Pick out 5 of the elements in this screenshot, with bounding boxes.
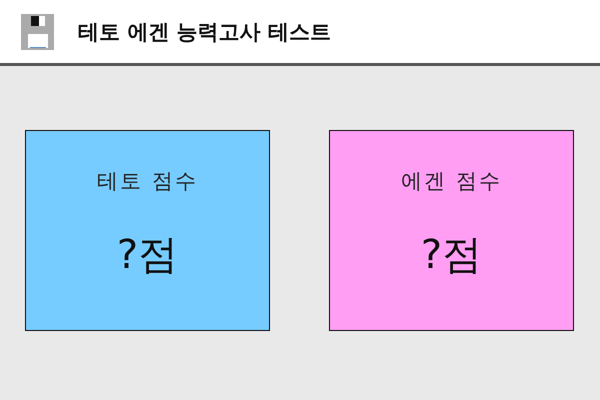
window-title: 테토 에겐 능력고사 테스트 (78, 18, 331, 46)
score-value: ?점 (420, 231, 482, 280)
score-value: ?점 (116, 231, 178, 280)
score-label: 에겐 점수 (401, 168, 502, 195)
score-label: 테토 점수 (97, 168, 198, 195)
